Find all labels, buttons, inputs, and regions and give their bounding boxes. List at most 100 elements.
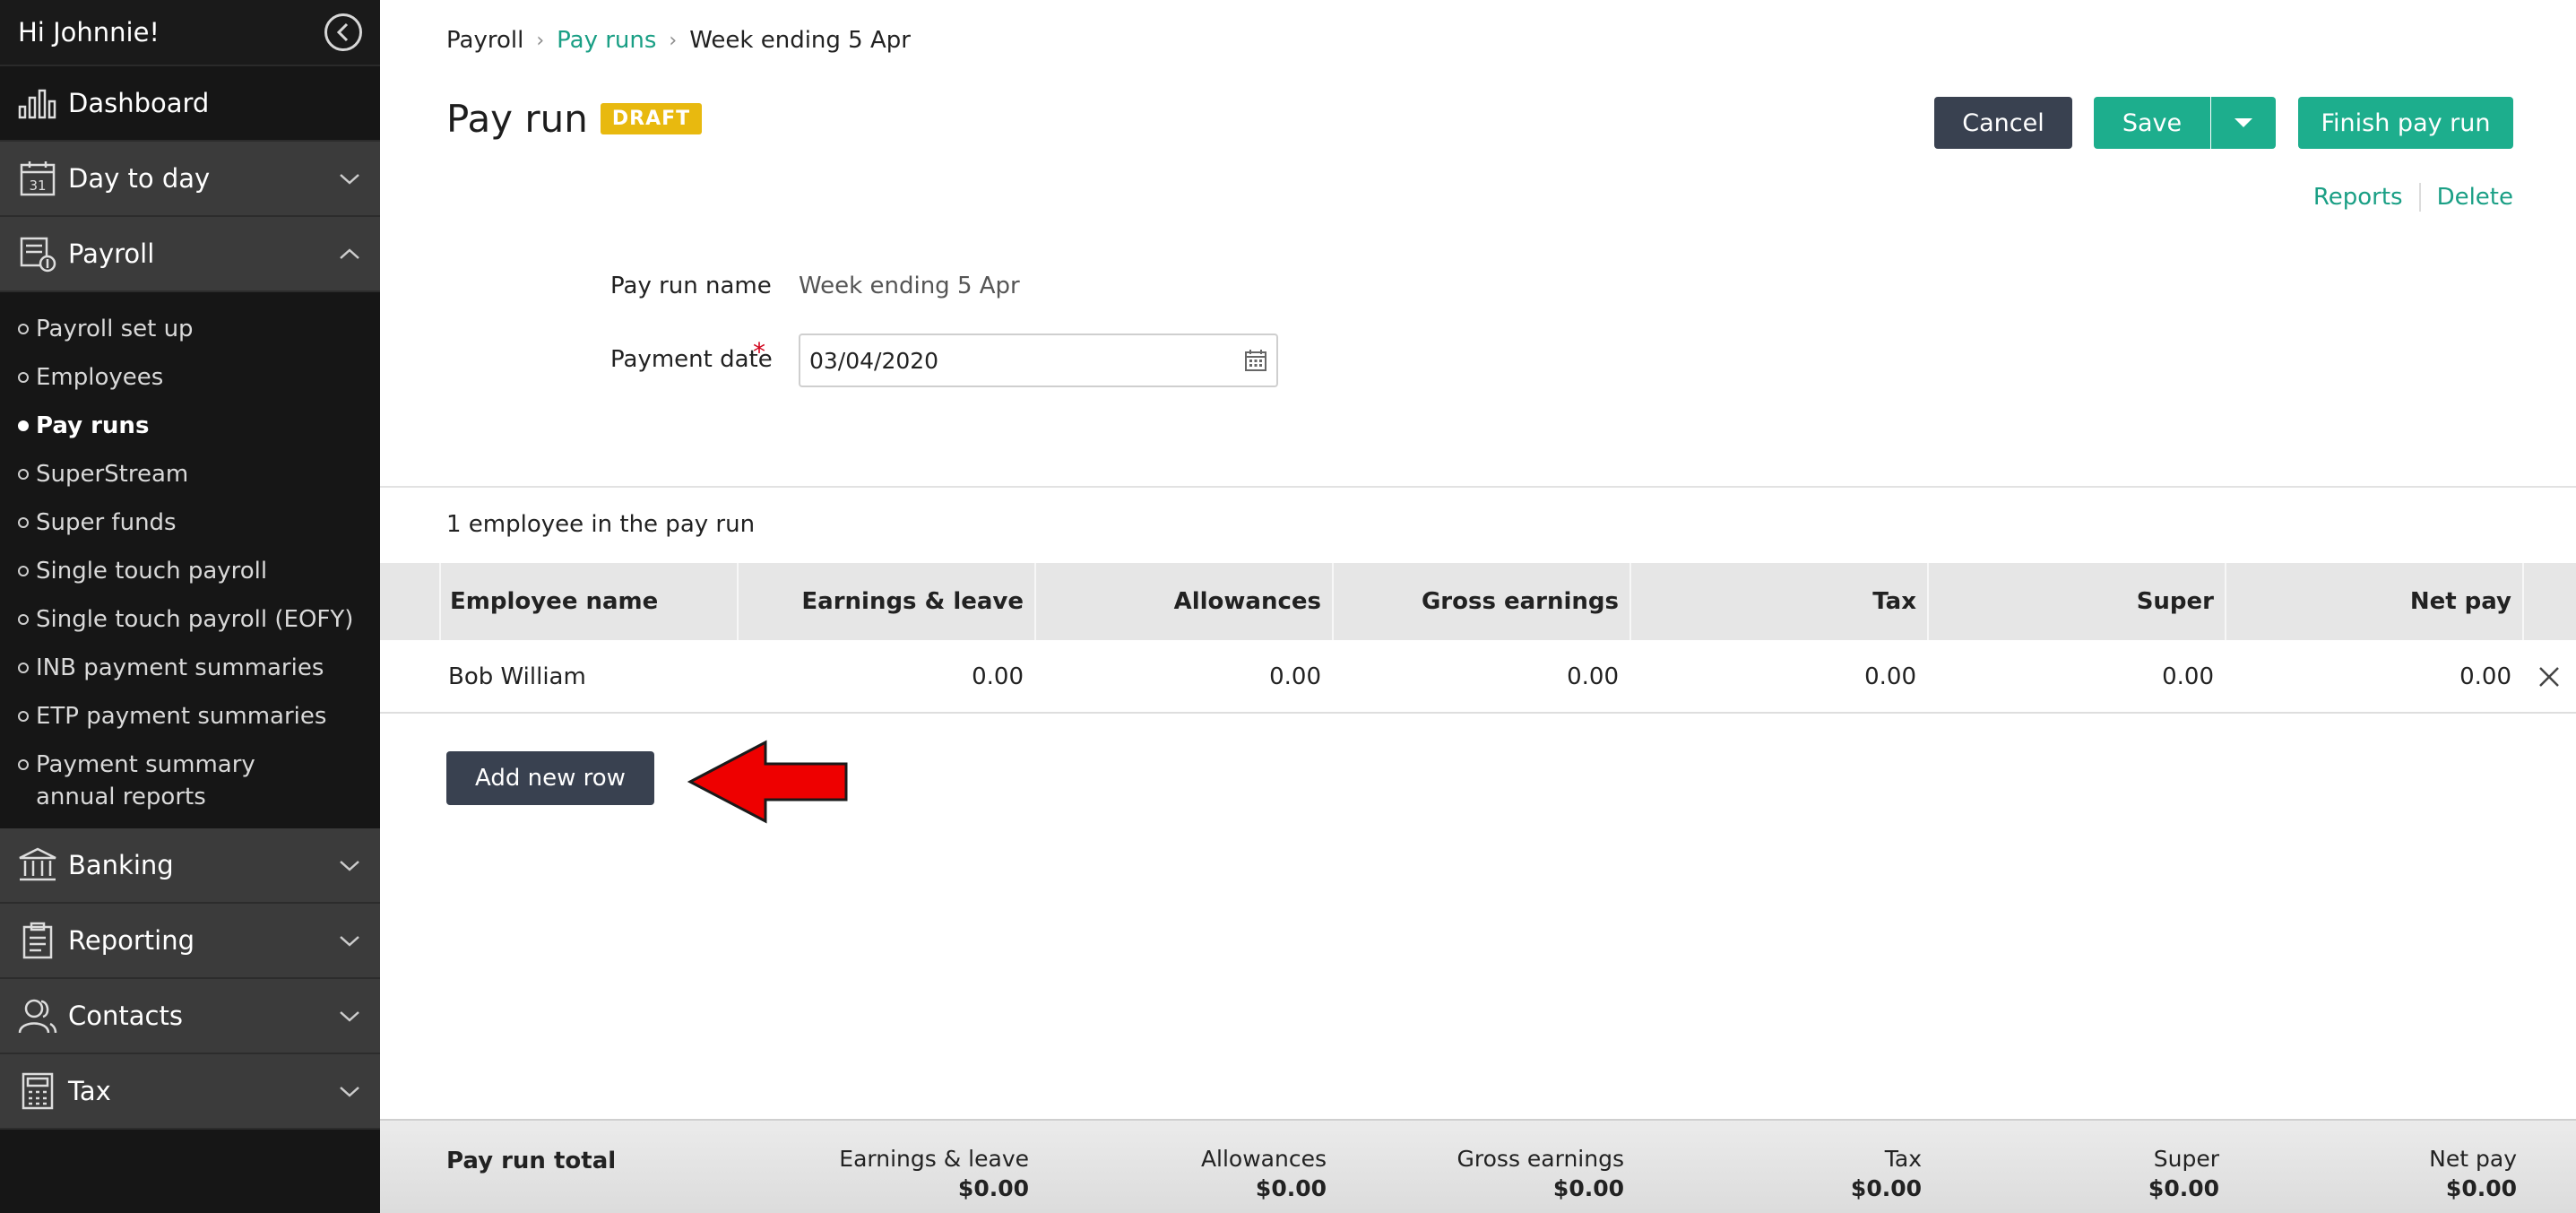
- nav-reporting-label: Reporting: [68, 925, 194, 956]
- bank-icon: [18, 845, 57, 885]
- nav-day-to-day[interactable]: 31 Day to day: [0, 142, 380, 217]
- calendar-icon[interactable]: [1244, 349, 1267, 372]
- col-gross-earnings[interactable]: Gross earnings: [1332, 563, 1629, 640]
- cell-tax: 0.00: [1864, 663, 1916, 690]
- secondary-actions: Reports Delete: [2313, 183, 2513, 212]
- bullet-icon: [18, 420, 29, 431]
- main-content: Payroll › Pay runs › Week ending 5 Apr P…: [380, 0, 2576, 1213]
- chevron-down-icon: [340, 861, 359, 871]
- bullet-icon: [18, 759, 29, 770]
- total-earnings-leave: Earnings & leave $0.00: [839, 1146, 1029, 1201]
- breadcrumb-current: Week ending 5 Apr: [689, 27, 911, 54]
- finish-pay-run-button[interactable]: Finish pay run: [2298, 97, 2513, 149]
- collapse-sidebar-icon[interactable]: [324, 13, 362, 51]
- required-marker: *: [753, 337, 765, 367]
- pay-run-name-label: Pay run name: [610, 273, 772, 299]
- nav-banking[interactable]: Banking: [0, 828, 380, 904]
- chevron-up-icon: [340, 248, 359, 259]
- sub-single-touch-payroll-eofy[interactable]: Single touch payroll (EOFY): [0, 595, 380, 644]
- nav-contacts-label: Contacts: [68, 1001, 183, 1031]
- total-allowances: Allowances $0.00: [1200, 1146, 1327, 1201]
- payment-date-input[interactable]: 03/04/2020: [799, 334, 1278, 387]
- pay-run-total-bar: Pay run total Earnings & leave $0.00 All…: [380, 1119, 2576, 1213]
- total-super: Super $0.00: [2148, 1146, 2219, 1201]
- nav-payroll[interactable]: Payroll: [0, 217, 380, 292]
- status-badge: DRAFT: [600, 103, 703, 134]
- payroll-submenu: Payroll set up Employees Pay runs SuperS…: [0, 292, 380, 828]
- nav-dashboard[interactable]: Dashboard: [0, 66, 380, 142]
- sidebar-header: Hi Johnnie!: [0, 0, 380, 66]
- save-options-button[interactable]: [2211, 97, 2276, 149]
- section-divider: [380, 486, 2576, 488]
- total-gross-earnings: Gross earnings $0.00: [1457, 1146, 1624, 1201]
- bullet-icon: [18, 614, 29, 625]
- payroll-icon: [18, 234, 57, 273]
- employee-count: 1 employee in the pay run: [446, 511, 756, 538]
- col-employee-name[interactable]: Employee name: [439, 563, 737, 640]
- reports-link[interactable]: Reports: [2313, 184, 2403, 211]
- bullet-icon: [18, 469, 29, 480]
- payment-date-label: Payment date: [610, 346, 773, 373]
- bullet-icon: [18, 517, 29, 528]
- clipboard-icon: [18, 921, 57, 960]
- chevron-right-icon: ›: [536, 29, 545, 52]
- contacts-icon: [18, 996, 57, 1035]
- calendar-icon: 31: [18, 159, 57, 198]
- nav-tax[interactable]: Tax: [0, 1054, 380, 1130]
- nav-reporting[interactable]: Reporting: [0, 904, 380, 979]
- sub-inb-payment-summaries[interactable]: INB payment summaries: [0, 644, 380, 692]
- sub-etp-payment-summaries[interactable]: ETP payment summaries: [0, 692, 380, 741]
- table-row[interactable]: Bob William 0.00 0.00 0.00 0.00 0.00 0.0…: [380, 640, 2576, 714]
- sub-pay-runs[interactable]: Pay runs: [0, 402, 380, 450]
- col-net-pay[interactable]: Net pay: [2225, 563, 2522, 640]
- bullet-icon: [18, 663, 29, 673]
- red-arrow-annotation: [687, 740, 848, 824]
- add-new-row-button[interactable]: Add new row: [446, 751, 654, 805]
- nav-payroll-label: Payroll: [68, 238, 155, 269]
- page-title: Pay run: [446, 97, 588, 141]
- sub-super-funds[interactable]: Super funds: [0, 498, 380, 547]
- cell-earnings-leave: 0.00: [972, 663, 1024, 690]
- col-tax[interactable]: Tax: [1629, 563, 1927, 640]
- bullet-icon: [18, 566, 29, 576]
- cell-gross-earnings: 0.00: [1567, 663, 1619, 690]
- table-header: Employee name Earnings & leave Allowance…: [380, 563, 2576, 640]
- col-earnings-leave[interactable]: Earnings & leave: [737, 563, 1034, 640]
- payment-date-value: 03/04/2020: [809, 347, 939, 374]
- sub-payment-summary-annual-reports[interactable]: Payment summary annual reports: [0, 741, 380, 821]
- cancel-button[interactable]: Cancel: [1934, 97, 2072, 149]
- sub-single-touch-payroll[interactable]: Single touch payroll: [0, 547, 380, 595]
- nav-contacts[interactable]: Contacts: [0, 979, 380, 1054]
- col-allowances[interactable]: Allowances: [1034, 563, 1332, 640]
- nav-tax-label: Tax: [68, 1076, 111, 1106]
- nav-banking-label: Banking: [68, 850, 174, 880]
- chevron-down-icon: [340, 936, 359, 947]
- bullet-icon: [18, 324, 29, 334]
- col-super[interactable]: Super: [1927, 563, 2225, 640]
- sub-superstream[interactable]: SuperStream: [0, 450, 380, 498]
- sub-employees[interactable]: Employees: [0, 353, 380, 402]
- save-button[interactable]: Save: [2094, 97, 2210, 149]
- chevron-down-icon: [340, 1087, 359, 1097]
- cell-super: 0.00: [2162, 663, 2214, 690]
- chevron-down-icon: [340, 1011, 359, 1022]
- breadcrumb: Payroll › Pay runs › Week ending 5 Apr: [446, 27, 911, 54]
- bar-chart-icon: [18, 83, 57, 123]
- chevron-down-icon: [340, 174, 359, 185]
- cell-employee-name[interactable]: Bob William: [448, 640, 737, 714]
- calculator-icon: [18, 1071, 57, 1111]
- bullet-icon: [18, 711, 29, 722]
- svg-text:31: 31: [29, 178, 46, 194]
- total-tax: Tax $0.00: [1850, 1146, 1922, 1201]
- chevron-right-icon: ›: [669, 29, 678, 52]
- sidebar: Hi Johnnie! Dashboard 31 Day to day Payr…: [0, 0, 380, 1213]
- breadcrumb-pay-runs[interactable]: Pay runs: [557, 27, 656, 54]
- remove-row-icon[interactable]: [2522, 640, 2576, 714]
- bullet-icon: [18, 372, 29, 383]
- nav-dashboard-label: Dashboard: [68, 88, 210, 118]
- breadcrumb-payroll[interactable]: Payroll: [446, 27, 523, 54]
- nav-day-to-day-label: Day to day: [68, 163, 211, 194]
- title-row: Pay run DRAFT: [446, 97, 703, 141]
- delete-link[interactable]: Delete: [2437, 184, 2513, 211]
- sub-payroll-set-up[interactable]: Payroll set up: [0, 305, 380, 353]
